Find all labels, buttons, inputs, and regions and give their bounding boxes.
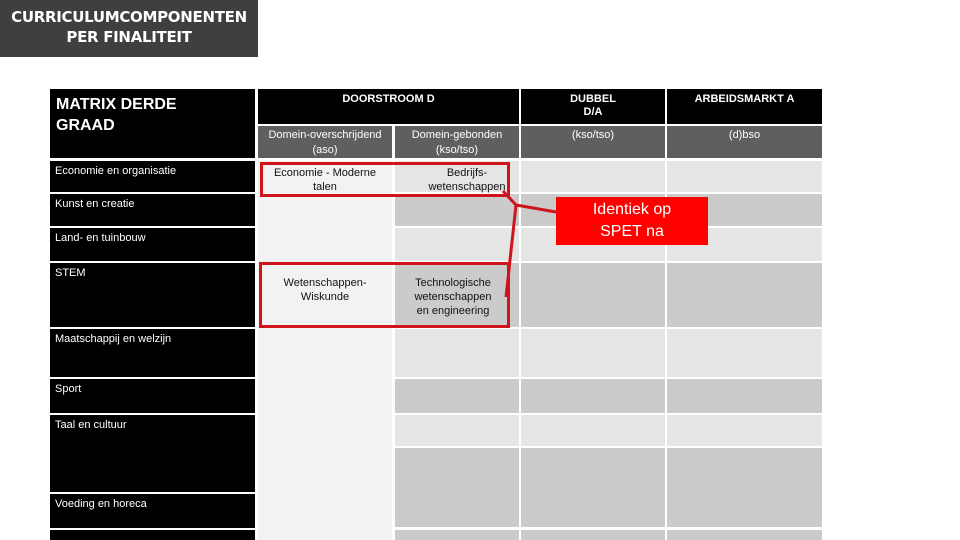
- highlight-box-stem: [259, 262, 510, 328]
- header-dubbel-line1: DUBBEL: [570, 93, 616, 105]
- subheader-line: Domein-overschrijdend: [268, 129, 382, 141]
- cell: [395, 379, 519, 413]
- row-label-stem: STEM: [50, 263, 255, 327]
- subheader-line: Domein-gebonden: [411, 129, 503, 141]
- callout-line1: Identiek op: [592, 201, 672, 218]
- slide-title-line1: CURRICULUMCOMPONENTEN: [11, 8, 247, 26]
- header-doorstroom-label: DOORSTROOM D: [342, 93, 435, 105]
- row-label-text: Sport: [55, 383, 82, 395]
- matrix-title-line2: GRAAD: [56, 117, 115, 134]
- row-label-text: Voeding en horeca: [55, 498, 147, 510]
- cell: [667, 161, 822, 192]
- cell: [521, 415, 665, 446]
- cell: [395, 415, 519, 446]
- cell: [667, 379, 822, 413]
- cell: [395, 228, 519, 261]
- row-label-text: Maatschappij en welzijn: [55, 333, 172, 345]
- subheader-domein-overschrijdend: Domein-overschrijdend (aso): [258, 126, 392, 158]
- subheader-line: (aso): [312, 144, 338, 156]
- subheader-domein-gebonden: Domein-gebonden (kso/tso): [395, 126, 519, 158]
- cell: [667, 530, 822, 540]
- cell: [521, 329, 665, 377]
- header-arbeidsmarkt: ARBEIDSMARKT A: [667, 89, 822, 124]
- subheader-line: (d)bso: [728, 129, 761, 141]
- row-label-text: Kunst en creatie: [55, 198, 135, 210]
- cell-domein-overschrijdend-column: [258, 161, 392, 540]
- cell: [395, 530, 519, 540]
- cell: [521, 379, 665, 413]
- subheader-dubbel: (kso/tso): [521, 126, 665, 158]
- cell: [521, 161, 665, 192]
- cell: [395, 194, 519, 226]
- cell: [521, 530, 665, 540]
- header-dubbel: DUBBEL D/A: [521, 89, 665, 124]
- row-label-text: STEM: [55, 267, 86, 279]
- cell: [521, 263, 665, 327]
- header-doorstroom: DOORSTROOM D: [258, 89, 519, 124]
- header-dubbel-line2: D/A: [583, 106, 603, 118]
- cell: [395, 448, 519, 527]
- row-label-next: [50, 530, 255, 540]
- cell: [521, 448, 665, 527]
- header-arbeidsmarkt-label: ARBEIDSMARKT A: [694, 93, 795, 105]
- highlight-box-economie: [260, 162, 510, 197]
- row-label-voeding: Voeding en horeca: [50, 494, 255, 528]
- callout-identiek-op-spet-na: Identiek op SPET na: [556, 197, 708, 245]
- matrix-title-line1: MATRIX DERDE: [56, 96, 177, 113]
- row-label-taal: Taal en cultuur: [50, 415, 255, 492]
- callout-line2: SPET na: [600, 223, 664, 240]
- row-label-text: Economie en organisatie: [55, 165, 177, 177]
- row-label-maatschappij: Maatschappij en welzijn: [50, 329, 255, 377]
- slide-title-line2: PER FINALITEIT: [66, 28, 192, 46]
- subheader-line: (kso/tso): [435, 144, 479, 156]
- row-label-economie: Economie en organisatie: [50, 161, 255, 192]
- subheader-arbeidsmarkt: (d)bso: [667, 126, 822, 158]
- matrix-title: MATRIX DERDE GRAAD: [50, 89, 255, 158]
- row-label-text: Land- en tuinbouw: [55, 232, 146, 244]
- slide-title: CURRICULUMCOMPONENTEN PER FINALITEIT: [0, 0, 258, 57]
- cell: [667, 329, 822, 377]
- cell: [395, 329, 519, 377]
- row-label-sport: Sport: [50, 379, 255, 413]
- row-label-kunst: Kunst en creatie: [50, 194, 255, 226]
- subheader-line: (kso/tso): [571, 129, 615, 141]
- cell: [667, 448, 822, 527]
- row-label-text: Taal en cultuur: [55, 419, 127, 431]
- cell: [667, 415, 822, 446]
- row-label-land-tuinbouw: Land- en tuinbouw: [50, 228, 255, 261]
- cell: [667, 263, 822, 327]
